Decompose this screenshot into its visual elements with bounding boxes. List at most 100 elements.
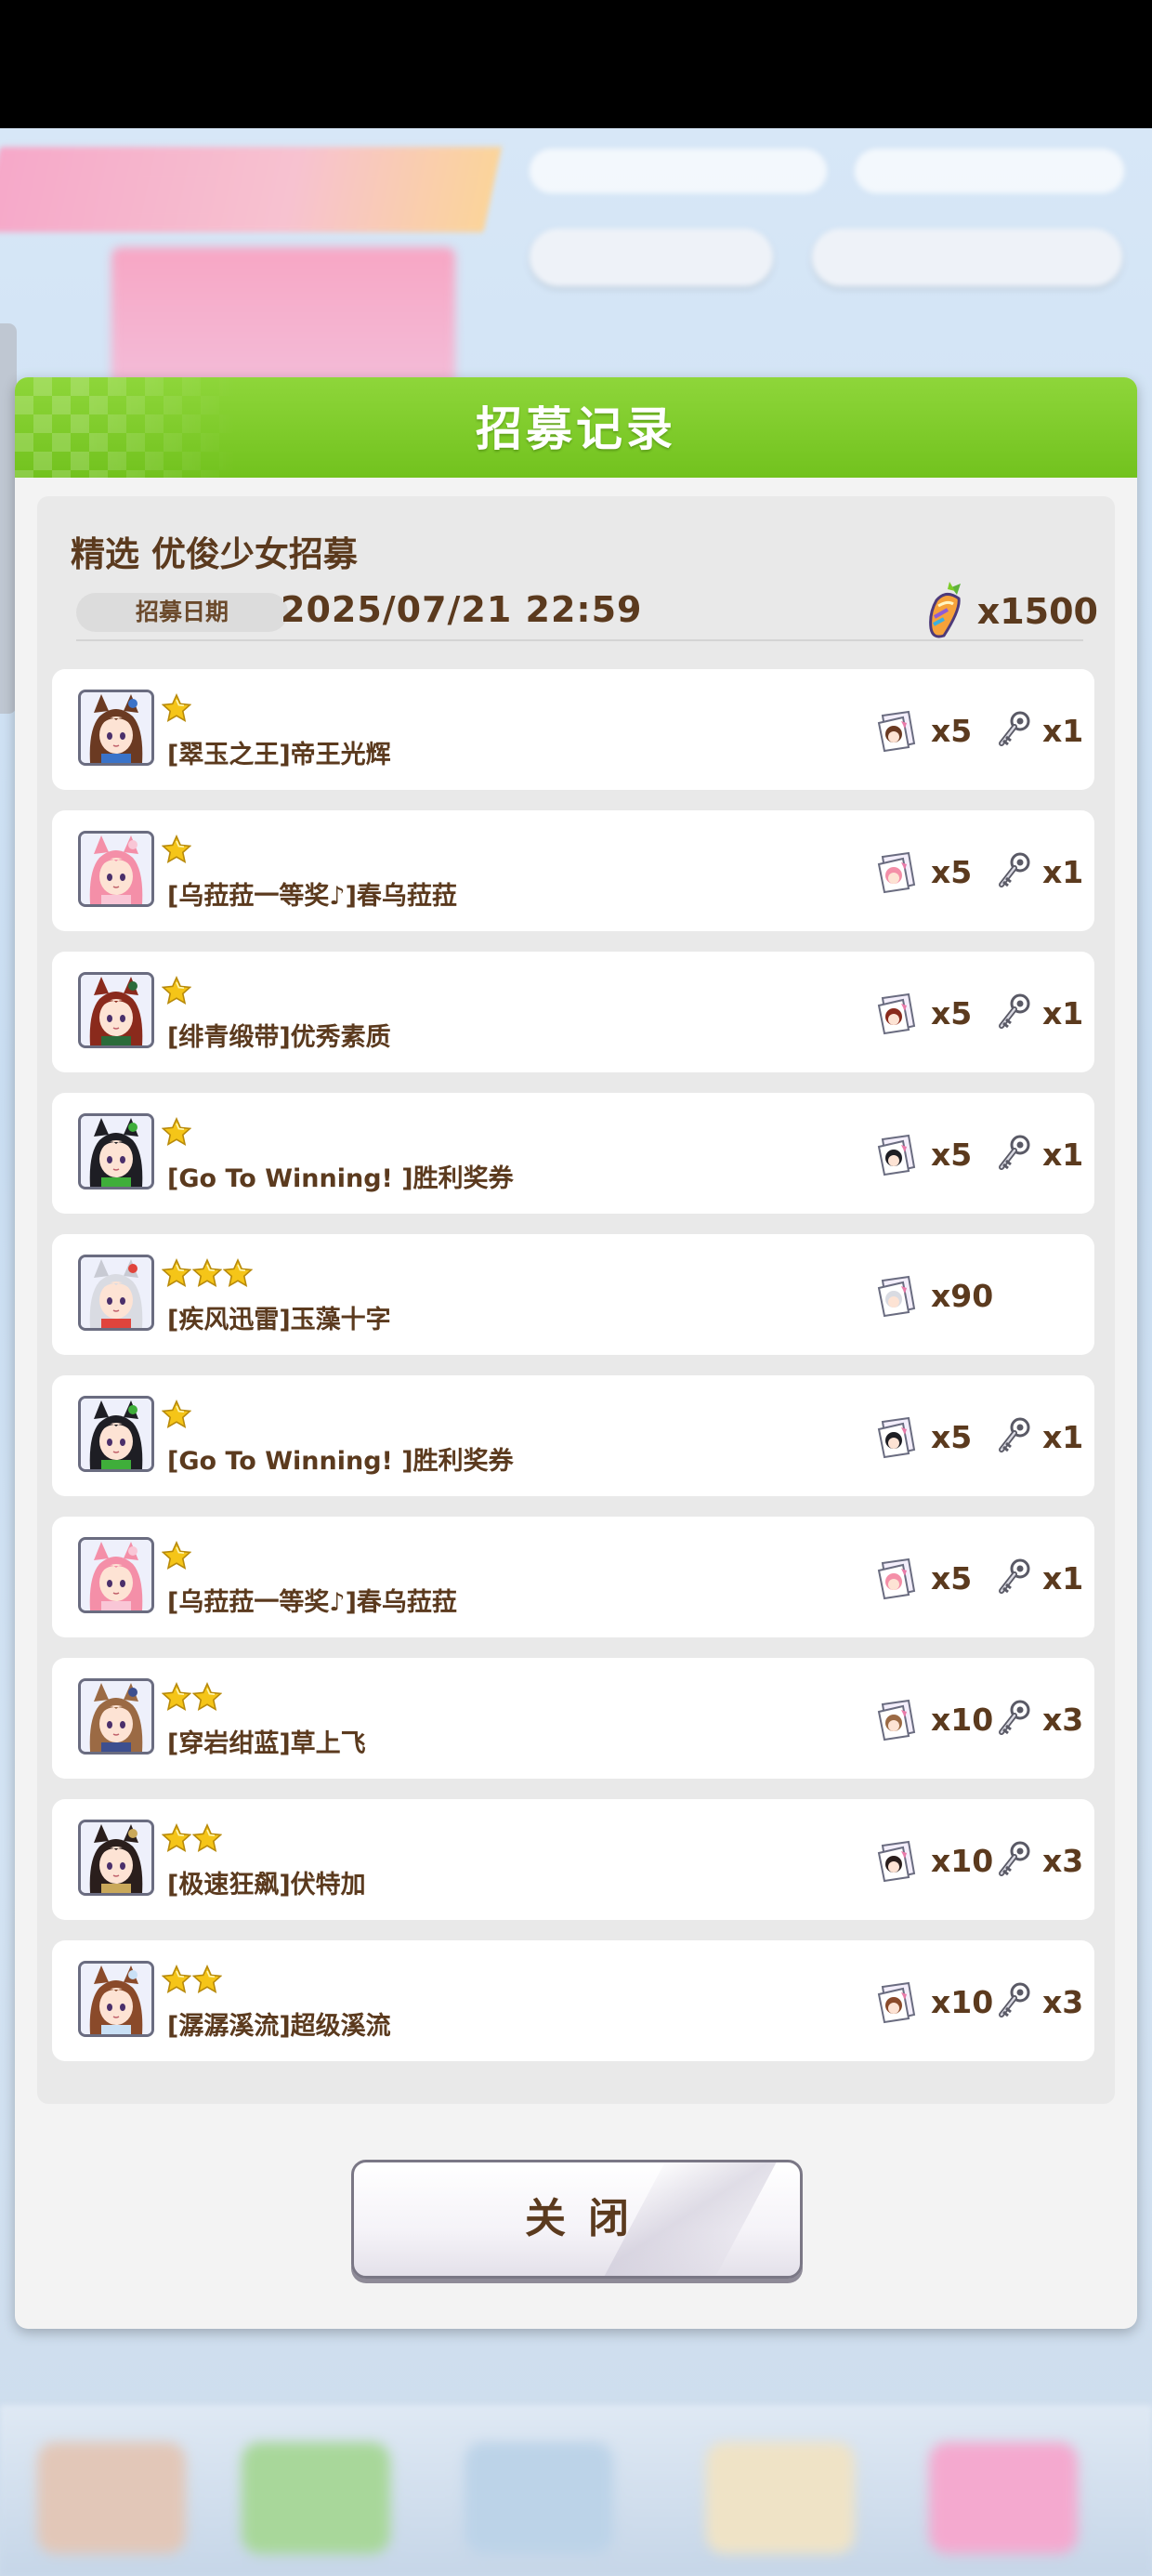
character-avatar (78, 1113, 154, 1189)
close-button[interactable]: 关闭 (351, 2160, 803, 2279)
star-icon (162, 1258, 191, 1287)
character-piece-icon (877, 1840, 916, 1883)
rarity-stars (162, 1400, 192, 1429)
record-row: [疾风迅雷]玉藻十字 x90 (52, 1234, 1094, 1355)
piece-reward: x5 (873, 848, 972, 896)
record-card-name: [乌菈菈一等奖♪]春乌菈菈 (167, 1588, 457, 1617)
character-avatar (78, 690, 154, 766)
date-value: 2025/07/21 22:59 (281, 589, 643, 630)
character-avatar-art (81, 1964, 151, 2034)
piece-reward: x10 (873, 1695, 993, 1743)
piece-reward-count: x90 (931, 1277, 994, 1314)
record-card-name: [极速狂飙]伏特加 (167, 1871, 366, 1899)
star-icon (162, 1117, 191, 1146)
record-row: [乌菈菈一等奖♪]春乌菈菈 x5 x1 (52, 810, 1094, 931)
carrot-currency-icon (928, 582, 961, 638)
bg-nav-item (706, 2442, 855, 2554)
key-reward-count: x3 (1042, 1983, 1084, 2020)
bg-nav-item (242, 2442, 390, 2554)
key-reward: x1 (992, 1130, 1083, 1178)
key-reward-count: x3 (1042, 1701, 1084, 1738)
key-icon (999, 1135, 1030, 1170)
character-piece-icon (877, 1416, 916, 1459)
bg-button (530, 229, 773, 286)
character-avatar-art (81, 1116, 151, 1187)
character-avatar-art (81, 1540, 151, 1610)
record-card-name: [绯青缎带]优秀素质 (167, 1023, 391, 1052)
rarity-stars (162, 835, 192, 864)
record-row: [潺潺溪流]超级溪流 x10 x3 (52, 1940, 1094, 2061)
key-icon (999, 1841, 1030, 1876)
character-avatar (78, 972, 154, 1048)
piece-reward: x5 (873, 1130, 972, 1178)
bg-nav-item (37, 2442, 186, 2554)
star-icon (192, 1823, 222, 1852)
key-icon (999, 852, 1030, 887)
bg-resource-bar (530, 149, 827, 193)
record-card-name: [穿岩绀蓝]草上飞 (167, 1729, 366, 1758)
status-bar (0, 0, 1152, 128)
character-piece-icon (877, 1275, 916, 1318)
key-reward-count: x1 (1042, 712, 1084, 749)
record-card-name: [乌菈菈一等奖♪]春乌菈菈 (167, 882, 457, 911)
rarity-stars (162, 1258, 254, 1288)
piece-reward: x5 (873, 1554, 972, 1602)
key-icon (999, 1417, 1030, 1452)
star-icon (162, 835, 191, 863)
piece-reward-count: x5 (931, 1418, 973, 1455)
piece-reward: x5 (873, 1413, 972, 1461)
star-icon (162, 1541, 191, 1570)
piece-reward-count: x5 (931, 853, 973, 890)
bg-bottom-nav (0, 2405, 1152, 2576)
record-card-name: [Go To Winning! ]胜利奖券 (167, 1164, 514, 1193)
record-list: [翠玉之王]帝王光辉 x5 x1 [乌菈菈一等奖♪]春乌菈菈 x5 x1 [绯青缎带]优秀素… (52, 669, 1094, 2082)
character-avatar (78, 1961, 154, 2037)
bg-page-banner (0, 147, 502, 232)
key-reward: x1 (992, 706, 1083, 755)
star-icon (162, 693, 191, 722)
bg-banner-card (111, 247, 455, 387)
piece-reward-count: x5 (931, 994, 973, 1032)
record-row: [极速狂飙]伏特加 x10 x3 (52, 1799, 1094, 1920)
character-piece-icon (877, 1981, 916, 2024)
record-row: [绯青缎带]优秀素质 x5 x1 (52, 952, 1094, 1072)
piece-reward-count: x10 (931, 1983, 994, 2020)
star-icon (162, 1823, 191, 1852)
piece-reward-count: x5 (931, 1559, 973, 1597)
character-avatar (78, 1255, 154, 1331)
character-avatar-art (81, 1257, 151, 1328)
key-reward-count: x1 (1042, 1559, 1084, 1597)
rarity-stars (162, 1823, 223, 1853)
key-reward-count: x3 (1042, 1842, 1084, 1879)
cost-value: x1500 (976, 591, 1098, 632)
piece-reward-count: x10 (931, 1842, 994, 1879)
key-reward: x1 (992, 848, 1083, 896)
piece-reward-count: x10 (931, 1701, 994, 1738)
star-icon (162, 976, 191, 1005)
character-avatar (78, 1678, 154, 1755)
bg-nav-item (465, 2442, 613, 2554)
banner-name: 精选 优俊少女招募 (71, 534, 358, 574)
date-label: 招募日期 (76, 593, 288, 632)
record-row: [Go To Winning! ]胜利奖券 x5 x1 (52, 1375, 1094, 1496)
star-icon (223, 1258, 253, 1287)
key-icon (999, 711, 1030, 746)
rarity-stars (162, 1965, 223, 1994)
character-avatar-art (81, 1399, 151, 1469)
character-avatar-art (81, 834, 151, 904)
close-button-label: 关闭 (525, 2195, 651, 2242)
recruit-history-dialog: 招募记录 精选 优俊少女招募 招募日期 2025/07/21 22:59 x15… (15, 377, 1137, 2329)
rarity-stars (162, 1682, 223, 1712)
key-reward: x3 (992, 1978, 1083, 2026)
key-icon (999, 993, 1030, 1029)
record-card-name: [潺潺溪流]超级溪流 (167, 2012, 391, 2041)
record-row: [翠玉之王]帝王光辉 x5 x1 (52, 669, 1094, 790)
star-icon (162, 1682, 191, 1711)
character-avatar-art (81, 692, 151, 763)
character-piece-icon (877, 710, 916, 753)
piece-reward: x5 (873, 989, 972, 1037)
dialog-header: 招募记录 (15, 377, 1137, 478)
bg-nav-item (929, 2442, 1078, 2554)
divider (76, 639, 1083, 641)
piece-reward: x5 (873, 706, 972, 755)
